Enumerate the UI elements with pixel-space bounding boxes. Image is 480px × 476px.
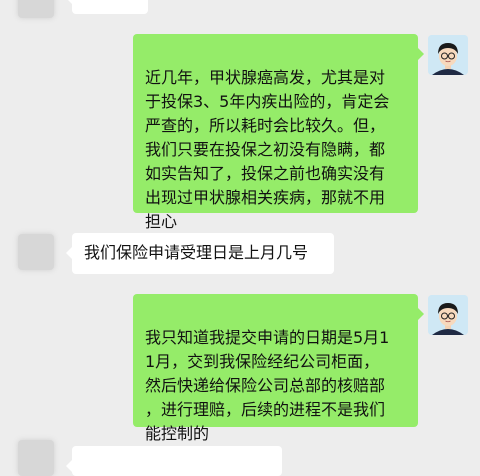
message-bubble-outgoing[interactable]: 近几年，甲状腺癌高发，尤其是对 于投保3、5年内疾出险的，肯定会 严查的，所以耗… — [133, 34, 424, 231]
contact-avatar-icon[interactable] — [18, 0, 54, 18]
message-text: 近几年，甲状腺癌高发，尤其是对 于投保3、5年内疾出险的，肯定会 严查的，所以耗… — [145, 68, 390, 231]
contact-avatar-icon[interactable] — [18, 440, 54, 476]
contact-avatar-icon[interactable] — [18, 234, 54, 270]
cartoon-man-avatar-icon — [428, 35, 468, 75]
user-avatar-icon[interactable] — [428, 35, 468, 75]
message-bubble-incoming[interactable] — [66, 446, 282, 476]
message-bubble-incoming[interactable]: 我们保险申请受理日是上月几号 — [66, 233, 334, 274]
message-bubble-incoming[interactable] — [66, 0, 148, 14]
cartoon-man-avatar-icon — [428, 295, 468, 335]
message-bubble-outgoing[interactable]: 我只知道我提交申请的日期是5月1 1月，交到我保险经纪公司柜面， 然后快递给保险… — [133, 294, 424, 443]
message-text: 我只知道我提交申请的日期是5月1 1月，交到我保险经纪公司柜面， 然后快递给保险… — [145, 328, 390, 443]
user-avatar-icon[interactable] — [428, 295, 468, 335]
message-text: 我们保险申请受理日是上月几号 — [84, 243, 309, 262]
